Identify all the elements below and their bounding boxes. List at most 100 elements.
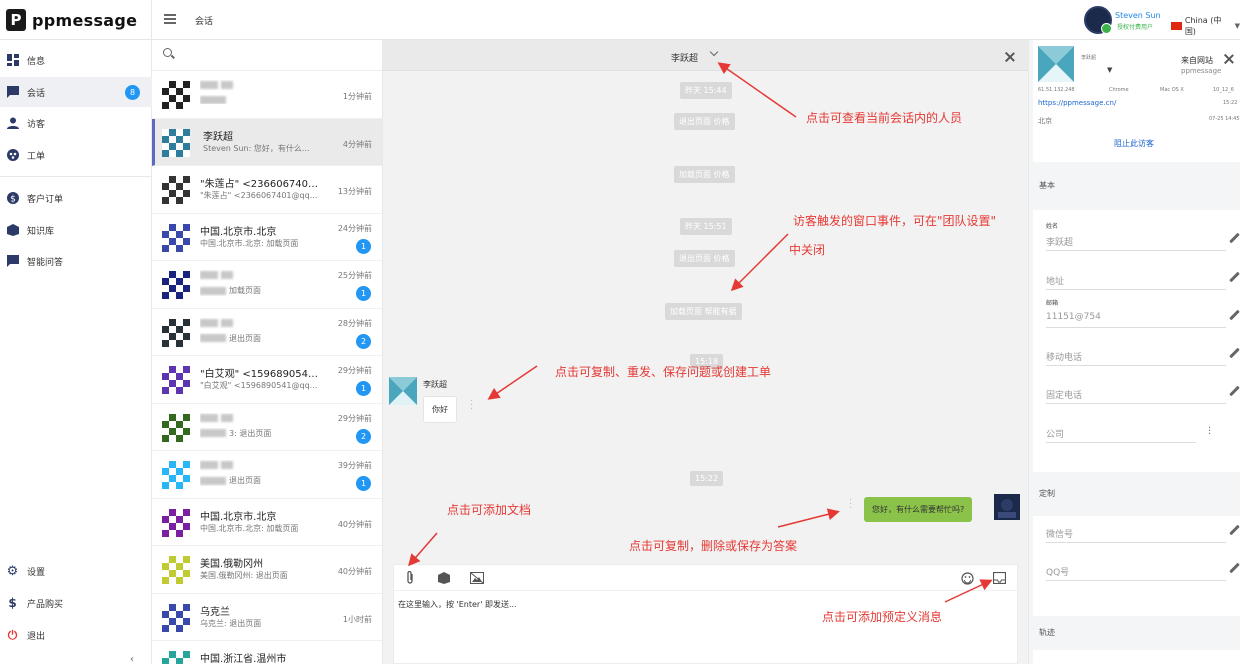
company-field[interactable]: 公司 · · · bbox=[1046, 424, 1211, 443]
message-more-icon[interactable]: · · · bbox=[470, 397, 474, 415]
conversation-time: 1小时前 bbox=[342, 614, 372, 624]
sidebar-item-label: 退出 bbox=[27, 631, 46, 642]
sidebar-item-knowledge[interactable]: 知识库 bbox=[0, 215, 152, 245]
address-field[interactable]: 地址 bbox=[1046, 274, 1226, 290]
email-field[interactable]: 邮箱 11151@754 bbox=[1046, 300, 1226, 328]
qq-field[interactable]: QQ号 bbox=[1046, 565, 1226, 581]
conversation-preview-text: 退出页面 bbox=[229, 476, 261, 485]
sidebar-item-tickets[interactable]: 工单 bbox=[0, 140, 152, 170]
basic-info-card: 姓名 李跃超 地址 邮箱 11151@754 移动电话 固定电话 公司 · · · bbox=[1033, 210, 1240, 472]
conversation-item[interactable]: 1分钟前 bbox=[152, 71, 382, 119]
conversation-name: 美国.俄勒冈州 bbox=[200, 559, 264, 570]
message-input[interactable]: 在这里输入，按 'Enter' 即发送... bbox=[398, 599, 517, 610]
logo[interactable]: P ppmessage bbox=[0, 0, 152, 40]
collapse-icon[interactable]: ‹ bbox=[130, 654, 134, 664]
conversation-item[interactable]: 退出页面 39分钟前 1 bbox=[152, 451, 382, 499]
knowledge-doc-icon[interactable] bbox=[437, 571, 451, 585]
mobile-field[interactable]: 移动电话 bbox=[1046, 350, 1226, 366]
incoming-message[interactable]: 你好 bbox=[423, 396, 457, 423]
sender-name: 李跃超 bbox=[423, 380, 447, 389]
caret-down-icon[interactable]: ▼ bbox=[1107, 66, 1112, 74]
close-icon[interactable] bbox=[1223, 53, 1235, 65]
edit-icon[interactable] bbox=[1228, 386, 1240, 398]
conversation-item[interactable]: 乌克兰 乌克兰: 退出页面 1小时前 bbox=[152, 593, 382, 641]
sidebar-item-label: 产品购买 bbox=[27, 599, 64, 610]
user-name[interactable]: Steven Sun bbox=[1115, 11, 1161, 20]
menu-icon[interactable] bbox=[164, 14, 176, 24]
outgoing-message[interactable]: 您好，有什么需要帮忙吗? bbox=[864, 497, 973, 522]
edit-icon[interactable] bbox=[1228, 310, 1240, 322]
conversation-name: 中国.北京市.北京 bbox=[200, 511, 277, 523]
conversation-item[interactable]: 李跃超 Steven Sun: 您好，有什么... 4分钟前 bbox=[152, 118, 382, 166]
conversation-time: 28分钟前 bbox=[337, 318, 372, 328]
conversation-item[interactable]: 退出页面 28分钟前 2 bbox=[152, 308, 382, 356]
unread-badge: 1 bbox=[356, 381, 371, 396]
visitor-info-panel: 李跃超 ▼ 来自网站 ppmessage 61.51.132.248 Chrom… bbox=[1028, 40, 1240, 664]
sidebar-item-info[interactable]: 信息 bbox=[0, 45, 152, 75]
conversation-name: "朱莲占" <2366067401... bbox=[200, 179, 320, 190]
more-icon[interactable]: · · · bbox=[1208, 424, 1212, 440]
name-field[interactable]: 姓名 李跃超 bbox=[1046, 223, 1226, 251]
conversation-item[interactable]: 3: 退出页面 29分钟前 2 bbox=[152, 403, 382, 451]
event-time: 昨天 15:51 bbox=[680, 218, 732, 235]
language-selector[interactable]: China (中国) ▼ bbox=[1171, 15, 1240, 37]
svg-text:$: $ bbox=[10, 195, 16, 205]
edit-icon[interactable] bbox=[1228, 233, 1240, 245]
sidebar-item-logout[interactable]: ⏻ 退出 bbox=[0, 620, 152, 650]
conversation-preview: 美国.俄勒冈州: 退出页面 bbox=[200, 571, 288, 580]
user-avatar[interactable] bbox=[1084, 6, 1112, 34]
predefined-message-icon[interactable] bbox=[992, 571, 1006, 585]
conversation-preview: 中国.北京市.北京: 加载页面 bbox=[200, 523, 299, 533]
sidebar-item-smart-qa[interactable]: 智能问答 bbox=[0, 246, 152, 276]
search-icon[interactable] bbox=[163, 48, 172, 57]
conversation-item[interactable]: 加载页面 25分钟前 1 bbox=[152, 261, 382, 309]
sidebar-item-visitors[interactable]: 访客 bbox=[0, 108, 152, 138]
edit-icon[interactable] bbox=[1228, 525, 1240, 537]
edit-icon[interactable] bbox=[1228, 563, 1240, 575]
conversation-name: "白艾观" <1596890541... bbox=[200, 369, 320, 380]
conversation-item[interactable]: "白艾观" <1596890541... "白艾观" <1596890541@qq… bbox=[152, 356, 382, 404]
wechat-field[interactable]: 微信号 bbox=[1046, 527, 1226, 543]
field-label: 姓名 bbox=[1046, 223, 1059, 230]
search-bar[interactable] bbox=[152, 40, 382, 71]
message-more-icon[interactable]: · · · bbox=[849, 496, 853, 514]
conversation-preview: 乌克兰: 退出页面 bbox=[200, 618, 262, 628]
block-visitor-link[interactable]: 阻止此访客 bbox=[1114, 138, 1154, 149]
visitor-url[interactable]: https://ppmessage.cn/ bbox=[1038, 99, 1116, 107]
chat-title[interactable]: 李跃超 bbox=[671, 51, 698, 64]
phone-field[interactable]: 固定电话 bbox=[1046, 388, 1226, 404]
sidebar-item-purchase[interactable]: $ 产品购买 bbox=[0, 588, 152, 618]
conversation-item[interactable]: 中国.浙江省.温州市 bbox=[152, 641, 382, 664]
sidebar-item-orders[interactable]: $ 客户订单 bbox=[0, 183, 152, 213]
section-title-basic: 基本 bbox=[1039, 181, 1055, 190]
image-off-icon[interactable] bbox=[470, 571, 484, 585]
sidebar-item-label: 设置 bbox=[27, 567, 46, 578]
qa-icon bbox=[6, 255, 19, 268]
conversation-preview: "白艾观" <1596890541@qq... bbox=[200, 381, 318, 390]
conversation-avatar bbox=[162, 413, 190, 442]
attachment-icon[interactable] bbox=[403, 571, 417, 585]
sidebar-item-settings[interactable]: ⚙ 设置 bbox=[0, 556, 152, 586]
conversation-item[interactable]: 美国.俄勒冈州 美国.俄勒冈州: 退出页面 40分钟前 bbox=[152, 546, 382, 594]
chevron-down-icon[interactable] bbox=[709, 47, 719, 57]
conversation-item[interactable]: 中国.北京市.北京 中国.北京市.北京: 加载页面 24分钟前 1 bbox=[152, 213, 382, 261]
emoji-icon[interactable] bbox=[960, 571, 974, 585]
conversation-item[interactable]: 中国.北京市.北京 中国.北京市.北京: 加载页面 40分钟前 bbox=[152, 498, 382, 546]
edit-icon[interactable] bbox=[1228, 272, 1240, 284]
annotation-outgoing-actions: 点击可复制，删除或保存为答案 bbox=[629, 539, 798, 553]
sidebar-item-label: 信息 bbox=[27, 56, 46, 67]
field-value: 微信号 bbox=[1046, 530, 1074, 540]
conversation-preview: 退出页面 bbox=[200, 475, 322, 486]
conversation-item[interactable]: "朱莲占" <2366067401... "朱莲占" <2366067401@qq… bbox=[152, 166, 382, 214]
visitor-os: Mac OS X bbox=[1160, 87, 1184, 93]
unread-badge: 1 bbox=[356, 476, 371, 491]
dashboard-icon bbox=[6, 54, 19, 67]
visitor-name-small: 李跃超 bbox=[1081, 55, 1097, 61]
edit-icon[interactable] bbox=[1228, 348, 1240, 360]
sidebar-item-conversations[interactable]: 会话 8 bbox=[0, 77, 152, 107]
unread-badge: 1 bbox=[356, 238, 371, 254]
sidebar-item-label: 智能问答 bbox=[27, 257, 64, 268]
close-icon[interactable] bbox=[1004, 51, 1016, 63]
conversation-time: 29分钟前 bbox=[337, 413, 372, 423]
field-label: 邮箱 bbox=[1046, 300, 1059, 307]
